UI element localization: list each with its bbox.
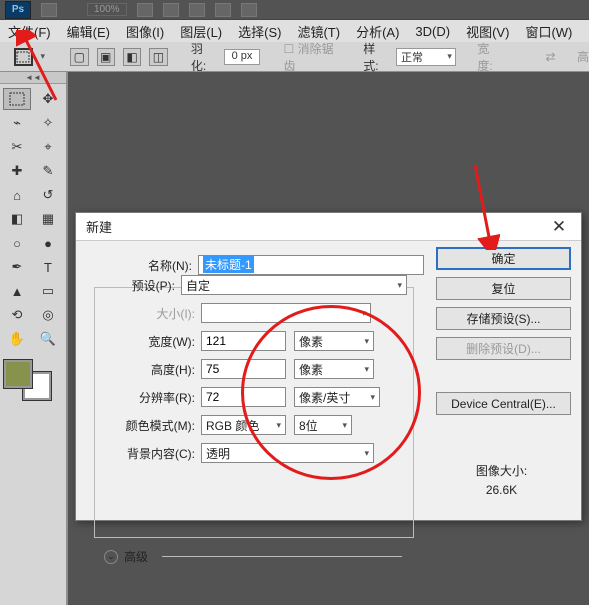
heal-tool[interactable]: ✚: [3, 160, 31, 182]
width-input[interactable]: [201, 331, 286, 351]
close-icon[interactable]: ✕: [547, 217, 571, 237]
delete-preset-button: 删除预设(D)...: [436, 337, 571, 360]
color-mode-label: 颜色模式(M):: [89, 417, 201, 434]
menu-layer[interactable]: 图层(L): [180, 22, 222, 41]
dialog-titlebar: 新建 ✕: [76, 213, 581, 241]
menu-view[interactable]: 视图(V): [466, 22, 509, 41]
selmode-add-icon[interactable]: ▣: [97, 48, 115, 66]
screen-mode-icon[interactable]: [241, 3, 257, 17]
move-tool[interactable]: ✥: [34, 88, 62, 110]
history-brush-tool[interactable]: ↺: [34, 184, 62, 206]
gradient-tool[interactable]: ▦: [34, 208, 62, 230]
tools-panel: ◄◄ ✥ ⌁ ✧ ✂ ⌖ ✚ ✎ ⌂ ↺ ◧ ▦ ○ ● ✒ T ▲ ▭ ⟲ ◎…: [0, 72, 68, 605]
bridge-icon[interactable]: [41, 3, 57, 17]
marquee-tool[interactable]: [3, 88, 31, 110]
zoom-icon[interactable]: [163, 3, 179, 17]
opt-width-label: 宽度:: [477, 40, 502, 74]
type-tool[interactable]: T: [34, 256, 62, 278]
advanced-toggle[interactable]: ⌄ 高级: [104, 548, 571, 565]
menu-image[interactable]: 图像(I): [126, 22, 164, 41]
resolution-label: 分辨率(R):: [89, 389, 201, 406]
image-size-info: 图像大小: 26.6K: [434, 462, 569, 500]
menu-filter[interactable]: 滤镜(T): [297, 22, 340, 41]
fg-color-swatch[interactable]: [4, 360, 32, 388]
height-label: 高度(H):: [89, 361, 201, 378]
preset-label: 预设(P):: [69, 277, 181, 294]
ps-logo: Ps: [5, 1, 31, 19]
size-label: 大小(I):: [89, 305, 201, 322]
blur-tool[interactable]: ○: [3, 232, 31, 254]
arrange-icon[interactable]: [215, 3, 231, 17]
selmode-new-icon[interactable]: ▢: [70, 48, 88, 66]
opt-height-label: 高: [577, 48, 589, 65]
tool-dropdown-icon[interactable]: ▾: [41, 51, 46, 62]
options-bar: ▾ ▢ ▣ ◧ ◫ 羽化: 0 px ☐ 消除锯齿 样式: 正常▾ 宽度: ⇄ …: [0, 42, 589, 72]
size-select: ▾: [201, 303, 371, 323]
color-mode-select[interactable]: RGB 颜色▾: [201, 415, 286, 435]
bit-depth-select[interactable]: 8位▾: [294, 415, 352, 435]
menu-window[interactable]: 窗口(W): [525, 22, 572, 41]
save-preset-button[interactable]: 存储预设(S)...: [436, 307, 571, 330]
zoom-tool[interactable]: 🔍: [34, 328, 62, 350]
marquee-tool-icon[interactable]: [14, 48, 33, 66]
hand-tool[interactable]: ✋: [3, 328, 31, 350]
feather-input[interactable]: 0 px: [224, 49, 261, 65]
chevron-down-icon: ⌄: [104, 550, 118, 564]
camera-tool[interactable]: ◎: [34, 304, 62, 326]
zoom-display[interactable]: 100%: [87, 3, 127, 16]
style-label: 样式:: [363, 40, 388, 74]
width-unit-select[interactable]: 像素▾: [294, 331, 374, 351]
shape-tool[interactable]: ▭: [34, 280, 62, 302]
menu-edit[interactable]: 编辑(E): [67, 22, 110, 41]
resolution-input[interactable]: [201, 387, 286, 407]
feather-label: 羽化:: [191, 40, 216, 74]
eyedropper-tool[interactable]: ⌖: [34, 136, 62, 158]
menu-analysis[interactable]: 分析(A): [356, 22, 399, 41]
color-swatches[interactable]: [4, 360, 54, 400]
new-document-dialog: 新建 ✕ 名称(N): 未标题-1 预设(P): 自定▾ 大小(I): ▾ 宽度…: [75, 212, 582, 521]
height-unit-select[interactable]: 像素▾: [294, 359, 374, 379]
ok-button[interactable]: 确定: [436, 247, 571, 270]
width-label: 宽度(W):: [89, 333, 201, 350]
resolution-unit-select[interactable]: 像素/英寸▾: [294, 387, 380, 407]
app-top-bar: Ps 100%: [0, 0, 589, 20]
selmode-int-icon[interactable]: ◫: [149, 48, 167, 66]
panel-collapse-handle[interactable]: ◄◄: [0, 72, 66, 84]
menu-3d[interactable]: 3D(D): [415, 24, 450, 39]
preset-select[interactable]: 自定▾: [181, 275, 407, 295]
style-select[interactable]: 正常▾: [396, 48, 456, 66]
pen-tool[interactable]: ✒: [3, 256, 31, 278]
anti-alias-checkbox[interactable]: ☐ 消除锯齿: [284, 40, 340, 74]
bg-content-select[interactable]: 透明▾: [201, 443, 374, 463]
dialog-title: 新建: [86, 217, 112, 236]
eraser-tool[interactable]: ◧: [3, 208, 31, 230]
stamp-tool[interactable]: ⌂: [3, 184, 31, 206]
wand-tool[interactable]: ✧: [34, 112, 62, 134]
path-sel-tool[interactable]: ▲: [3, 280, 31, 302]
preset-fieldset: 预设(P): 自定▾ 大小(I): ▾ 宽度(W): 像素▾ 高度(H): 像素…: [94, 287, 414, 538]
dodge-tool[interactable]: ●: [34, 232, 62, 254]
menu-select[interactable]: 选择(S): [238, 22, 281, 41]
menu-file[interactable]: 文件(F): [8, 22, 51, 41]
selmode-sub-icon[interactable]: ◧: [123, 48, 141, 66]
device-central-button[interactable]: Device Central(E)...: [436, 392, 571, 415]
height-input[interactable]: [201, 359, 286, 379]
lasso-tool[interactable]: ⌁: [3, 112, 31, 134]
hand-icon[interactable]: [137, 3, 153, 17]
bg-content-label: 背景内容(C):: [89, 445, 201, 462]
rotate-icon[interactable]: [189, 3, 205, 17]
reset-button[interactable]: 复位: [436, 277, 571, 300]
3d-tool[interactable]: ⟲: [3, 304, 31, 326]
crop-tool[interactable]: ✂: [3, 136, 31, 158]
brush-tool[interactable]: ✎: [34, 160, 62, 182]
